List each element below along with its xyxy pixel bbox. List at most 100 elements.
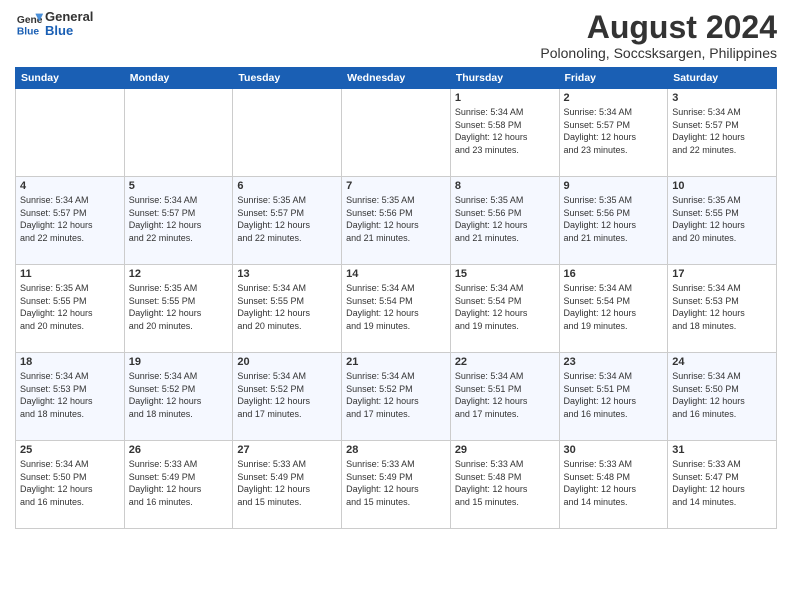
day-info: Sunrise: 5:34 AM Sunset: 5:57 PM Dayligh… <box>129 194 229 244</box>
svg-text:Blue: Blue <box>17 27 40 38</box>
table-row: 18 Sunrise: 5:34 AM Sunset: 5:53 PM Dayli… <box>16 353 125 441</box>
logo-general: General <box>45 10 93 24</box>
table-row: 25 Sunrise: 5:34 AM Sunset: 5:50 PM Dayli… <box>16 441 125 529</box>
logo: General Blue General Blue <box>15 10 93 39</box>
table-row: 20 Sunrise: 5:34 AM Sunset: 5:52 PM Dayli… <box>233 353 342 441</box>
day-number: 24 <box>672 356 772 368</box>
page-header: General Blue General Blue August 2024 Po… <box>15 10 777 61</box>
table-row <box>16 89 125 177</box>
day-number: 10 <box>672 180 772 192</box>
calendar-week-3: 11 Sunrise: 5:35 AM Sunset: 5:55 PM Dayli… <box>16 265 777 353</box>
table-row: 30Sunrise: 5:33 AM Sunset: 5:48 PM Dayli… <box>559 441 668 529</box>
calendar-week-4: 18 Sunrise: 5:34 AM Sunset: 5:53 PM Dayli… <box>16 353 777 441</box>
day-number: 18 <box>20 356 120 368</box>
day-number: 1 <box>455 92 555 104</box>
day-info: Sunrise: 5:34 AM Sunset: 5:57 PM Dayligh… <box>20 194 120 244</box>
day-number: 17 <box>672 268 772 280</box>
day-info: Sunrise: 5:33 AM Sunset: 5:48 PM Dayligh… <box>564 458 664 508</box>
table-row: 7 Sunrise: 5:35 AM Sunset: 5:56 PM Daylig… <box>342 177 451 265</box>
day-number: 25 <box>20 444 120 456</box>
day-number: 28 <box>346 444 446 456</box>
day-number: 6 <box>237 180 337 192</box>
day-number: 27 <box>237 444 337 456</box>
table-row: 2Sunrise: 5:34 AM Sunset: 5:57 PM Daylig… <box>559 89 668 177</box>
day-info: Sunrise: 5:34 AM Sunset: 5:53 PM Dayligh… <box>20 370 120 420</box>
day-info: Sunrise: 5:34 AM Sunset: 5:52 PM Dayligh… <box>346 370 446 420</box>
day-info: Sunrise: 5:35 AM Sunset: 5:56 PM Dayligh… <box>455 194 555 244</box>
day-info: Sunrise: 5:33 AM Sunset: 5:48 PM Dayligh… <box>455 458 555 508</box>
day-info: Sunrise: 5:34 AM Sunset: 5:57 PM Dayligh… <box>564 106 664 156</box>
day-number: 11 <box>20 268 120 280</box>
table-row: 28 Sunrise: 5:33 AM Sunset: 5:49 PM Dayli… <box>342 441 451 529</box>
calendar-header-row: Sunday Monday Tuesday Wednesday Thursday… <box>16 68 777 89</box>
table-row: 14 Sunrise: 5:34 AM Sunset: 5:54 PM Dayli… <box>342 265 451 353</box>
table-row: 9Sunrise: 5:35 AM Sunset: 5:56 PM Daylig… <box>559 177 668 265</box>
table-row: 19 Sunrise: 5:34 AM Sunset: 5:52 PM Dayli… <box>124 353 233 441</box>
day-info: Sunrise: 5:34 AM Sunset: 5:55 PM Dayligh… <box>237 282 337 332</box>
day-number: 21 <box>346 356 446 368</box>
title-block: August 2024 Polonoling, Soccsksargen, Ph… <box>540 10 777 61</box>
col-monday: Monday <box>124 68 233 89</box>
day-info: Sunrise: 5:34 AM Sunset: 5:52 PM Dayligh… <box>237 370 337 420</box>
day-number: 26 <box>129 444 229 456</box>
day-info: Sunrise: 5:34 AM Sunset: 5:57 PM Dayligh… <box>672 106 772 156</box>
day-info: Sunrise: 5:34 AM Sunset: 5:50 PM Dayligh… <box>672 370 772 420</box>
day-number: 22 <box>455 356 555 368</box>
col-saturday: Saturday <box>668 68 777 89</box>
day-info: Sunrise: 5:34 AM Sunset: 5:54 PM Dayligh… <box>346 282 446 332</box>
table-row: 22Sunrise: 5:34 AM Sunset: 5:51 PM Dayli… <box>450 353 559 441</box>
day-info: Sunrise: 5:35 AM Sunset: 5:55 PM Dayligh… <box>20 282 120 332</box>
col-friday: Friday <box>559 68 668 89</box>
day-number: 29 <box>455 444 555 456</box>
col-sunday: Sunday <box>16 68 125 89</box>
calendar-week-1: 1Sunrise: 5:34 AM Sunset: 5:58 PM Daylig… <box>16 89 777 177</box>
table-row: 15 Sunrise: 5:34 AM Sunset: 5:54 PM Dayli… <box>450 265 559 353</box>
table-row: 24 Sunrise: 5:34 AM Sunset: 5:50 PM Dayli… <box>668 353 777 441</box>
day-number: 13 <box>237 268 337 280</box>
day-number: 12 <box>129 268 229 280</box>
table-row: 16Sunrise: 5:34 AM Sunset: 5:54 PM Dayli… <box>559 265 668 353</box>
table-row <box>124 89 233 177</box>
day-info: Sunrise: 5:35 AM Sunset: 5:55 PM Dayligh… <box>129 282 229 332</box>
table-row: 5 Sunrise: 5:34 AM Sunset: 5:57 PM Daylig… <box>124 177 233 265</box>
table-row: 12 Sunrise: 5:35 AM Sunset: 5:55 PM Dayli… <box>124 265 233 353</box>
calendar-week-2: 4Sunrise: 5:34 AM Sunset: 5:57 PM Daylig… <box>16 177 777 265</box>
day-info: Sunrise: 5:33 AM Sunset: 5:49 PM Dayligh… <box>237 458 337 508</box>
table-row <box>233 89 342 177</box>
table-row: 4Sunrise: 5:34 AM Sunset: 5:57 PM Daylig… <box>16 177 125 265</box>
logo-blue: Blue <box>45 24 93 38</box>
day-number: 5 <box>129 180 229 192</box>
col-tuesday: Tuesday <box>233 68 342 89</box>
day-number: 14 <box>346 268 446 280</box>
day-info: Sunrise: 5:35 AM Sunset: 5:55 PM Dayligh… <box>672 194 772 244</box>
table-row: 27 Sunrise: 5:33 AM Sunset: 5:49 PM Dayli… <box>233 441 342 529</box>
table-row: 26Sunrise: 5:33 AM Sunset: 5:49 PM Dayli… <box>124 441 233 529</box>
day-info: Sunrise: 5:34 AM Sunset: 5:54 PM Dayligh… <box>455 282 555 332</box>
day-info: Sunrise: 5:33 AM Sunset: 5:49 PM Dayligh… <box>346 458 446 508</box>
day-number: 23 <box>564 356 664 368</box>
day-number: 7 <box>346 180 446 192</box>
table-row: 11 Sunrise: 5:35 AM Sunset: 5:55 PM Dayli… <box>16 265 125 353</box>
day-info: Sunrise: 5:34 AM Sunset: 5:53 PM Dayligh… <box>672 282 772 332</box>
table-row: 3 Sunrise: 5:34 AM Sunset: 5:57 PM Daylig… <box>668 89 777 177</box>
day-number: 15 <box>455 268 555 280</box>
day-number: 20 <box>237 356 337 368</box>
table-row: 29 Sunrise: 5:33 AM Sunset: 5:48 PM Dayli… <box>450 441 559 529</box>
day-info: Sunrise: 5:34 AM Sunset: 5:54 PM Dayligh… <box>564 282 664 332</box>
month-year-title: August 2024 <box>540 10 777 45</box>
day-number: 19 <box>129 356 229 368</box>
day-info: Sunrise: 5:33 AM Sunset: 5:47 PM Dayligh… <box>672 458 772 508</box>
day-info: Sunrise: 5:34 AM Sunset: 5:52 PM Dayligh… <box>129 370 229 420</box>
table-row: 23Sunrise: 5:34 AM Sunset: 5:51 PM Dayli… <box>559 353 668 441</box>
day-number: 3 <box>672 92 772 104</box>
table-row: 31Sunrise: 5:33 AM Sunset: 5:47 PM Dayli… <box>668 441 777 529</box>
calendar-week-5: 25 Sunrise: 5:34 AM Sunset: 5:50 PM Dayli… <box>16 441 777 529</box>
table-row: 8 Sunrise: 5:35 AM Sunset: 5:56 PM Daylig… <box>450 177 559 265</box>
day-info: Sunrise: 5:35 AM Sunset: 5:56 PM Dayligh… <box>346 194 446 244</box>
col-thursday: Thursday <box>450 68 559 89</box>
day-number: 8 <box>455 180 555 192</box>
day-info: Sunrise: 5:34 AM Sunset: 5:50 PM Dayligh… <box>20 458 120 508</box>
day-info: Sunrise: 5:35 AM Sunset: 5:57 PM Dayligh… <box>237 194 337 244</box>
table-row: 10 Sunrise: 5:35 AM Sunset: 5:55 PM Dayli… <box>668 177 777 265</box>
calendar-table: Sunday Monday Tuesday Wednesday Thursday… <box>15 67 777 529</box>
